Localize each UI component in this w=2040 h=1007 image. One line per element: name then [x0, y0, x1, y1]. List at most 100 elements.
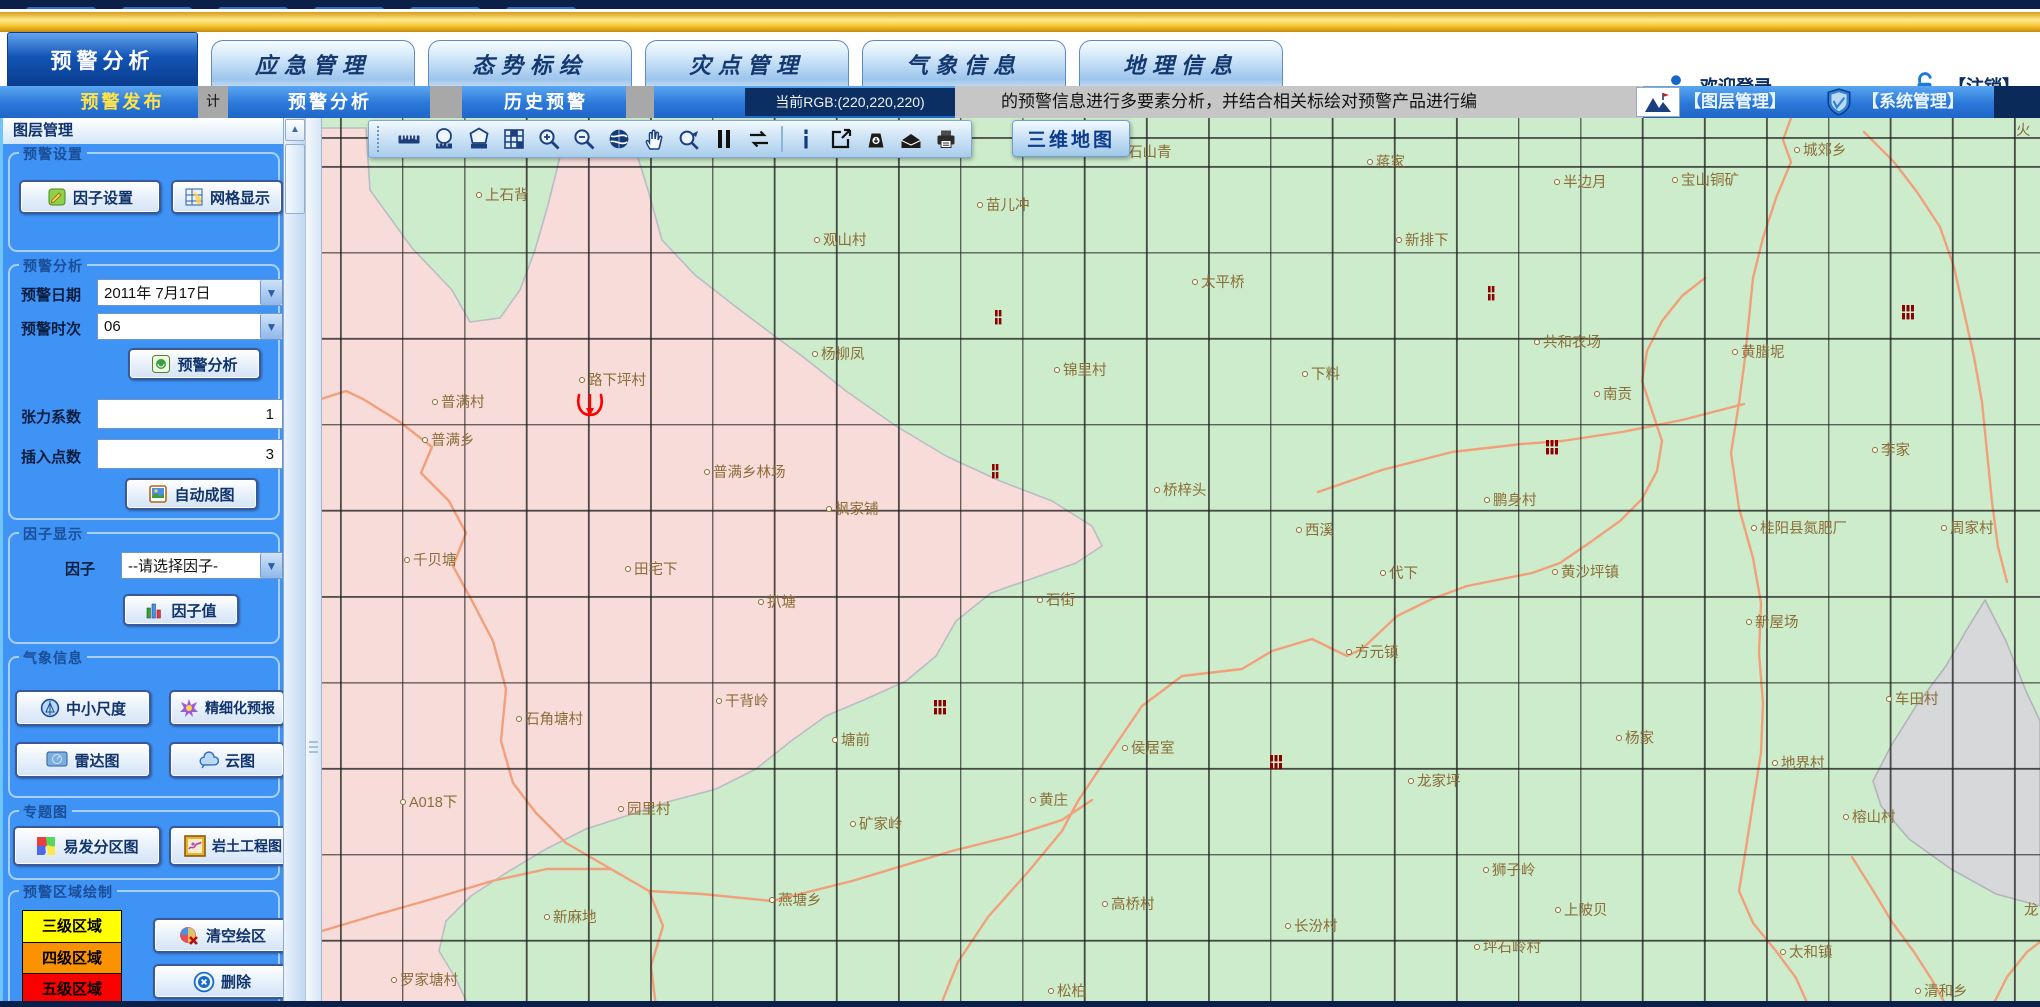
place-marker-icon [1048, 988, 1054, 994]
map-place-label: 普满乡林场 [704, 461, 786, 482]
measure-polygon-icon[interactable] [461, 124, 496, 154]
factor-select[interactable]: --请选择因子- ▼ [121, 552, 283, 579]
map-place-label: 园里村 [618, 798, 671, 819]
tab-灾点管理[interactable]: 灾点管理 [645, 40, 849, 86]
points-input[interactable] [97, 439, 283, 469]
button-label: 岩土工程图 [212, 836, 282, 856]
place-name: 周家村 [1950, 517, 1994, 538]
place-name: 桥梓头 [1163, 479, 1207, 500]
tab-态势标绘[interactable]: 态势标绘 [428, 40, 632, 86]
clear-drawn-region-button[interactable]: 清空绘区 [153, 918, 291, 953]
map-place-label: 黄沙坪镇 [1552, 561, 1619, 582]
package-icon[interactable] [893, 124, 928, 154]
factor-value-button[interactable]: 因子值 [123, 594, 239, 626]
map-place-label: 龙 [2024, 899, 2039, 920]
info-icon[interactable] [788, 124, 823, 154]
chevron-down-icon[interactable]: ▼ [260, 553, 282, 578]
system-manager-button[interactable]: 【系统管理】 [1862, 86, 1964, 118]
place-marker-icon [832, 737, 838, 743]
pan-hand-icon[interactable] [636, 124, 671, 154]
place-name: 坪石岭村 [1483, 936, 1541, 957]
warning-analysis-button[interactable]: 预警分析 [128, 348, 261, 380]
scrollbar-thumb[interactable] [285, 144, 305, 214]
factor-settings-button[interactable]: 因子设置 [19, 180, 161, 214]
place-marker-icon [704, 469, 710, 475]
splitter-grip[interactable] [306, 738, 321, 753]
fine-forecast-button[interactable]: 精细化预报 [169, 690, 285, 726]
save-icon[interactable] [858, 124, 893, 154]
compass-icon [40, 698, 60, 718]
geotech-map-button[interactable]: 岩土工程图 [169, 826, 297, 866]
place-marker-icon [400, 799, 406, 805]
place-name: A018下 [409, 791, 457, 812]
place-marker-icon [1552, 569, 1558, 575]
separator-block [626, 86, 654, 118]
place-marker-icon [1474, 944, 1480, 950]
susceptibility-zone-map-button[interactable]: 易发分区图 [13, 826, 161, 866]
place-marker-icon [1037, 597, 1043, 603]
measure-circle-icon[interactable] [426, 124, 461, 154]
layer-manager-icon[interactable] [1636, 87, 1680, 117]
group-title: 预警分析 [19, 256, 87, 276]
zoom-out-icon[interactable] [566, 124, 601, 154]
cloud-chart-button[interactable]: 云图 [169, 742, 285, 778]
place-marker-icon [826, 506, 832, 512]
tab-气象信息[interactable]: 气象信息 [862, 40, 1066, 86]
swap-icon[interactable] [741, 124, 776, 154]
tab-应急管理[interactable]: 应急管理 [211, 40, 415, 86]
map-place-label: 高桥村 [1102, 893, 1155, 914]
measure-distance-icon[interactable] [391, 124, 426, 154]
warning-date-select[interactable]: 2011年 7月17日 ▼ [97, 279, 283, 306]
chevron-down-icon[interactable]: ▼ [260, 280, 282, 305]
legend-level-4[interactable]: 四级区域 [23, 942, 121, 973]
toolbar-drag-handle[interactable] [377, 126, 383, 152]
place-marker-icon [1102, 901, 1108, 907]
map-place-label: 城郊乡 [1794, 139, 1847, 160]
subnav-item-release[interactable]: 预警发布 [40, 86, 205, 118]
grid-display-button[interactable]: 网格显示 [171, 180, 283, 214]
tab-地理信息[interactable]: 地理信息 [1079, 40, 1283, 86]
place-marker-icon [1794, 147, 1800, 153]
place-marker-icon [625, 566, 631, 572]
place-name: 观山村 [823, 229, 867, 250]
place-name: 龙家坪 [1417, 770, 1461, 791]
layer-manager-button[interactable]: 【图层管理】 [1684, 86, 1786, 118]
place-marker-icon [1616, 735, 1622, 741]
subnav-item-history[interactable]: 历史预警 [466, 86, 626, 118]
map-place-label: 杨柳凤 [812, 343, 865, 364]
picture-icon [148, 484, 168, 504]
tension-input[interactable] [97, 399, 283, 429]
button-label: 网格显示 [210, 187, 270, 208]
subnav-item-analysis[interactable]: 预警分析 [250, 86, 410, 118]
export-icon[interactable] [823, 124, 858, 154]
legend-level-3[interactable]: 三级区域 [23, 911, 121, 942]
globe-icon[interactable] [601, 124, 636, 154]
tab-预警分析[interactable]: 预警分析 [7, 32, 198, 86]
chevron-down-icon[interactable]: ▼ [260, 314, 282, 339]
place-name: 上陂贝 [1564, 899, 1608, 920]
map-3d-button[interactable]: 三维地图 [1012, 120, 1130, 157]
secondary-nav: 预警发布 计 预警分析 历史预警 当前RGB:(220,220,220) 的预警… [0, 86, 2040, 118]
place-marker-icon [1192, 279, 1198, 285]
place-marker-icon [1746, 619, 1752, 625]
zoom-previous-icon[interactable] [671, 124, 706, 154]
map-canvas[interactable]: 石山青蒋家城郊乡火上石背半边月宝山铜矿苗儿冲观山村新排下太平桥杨柳凤锦里村下料共… [322, 118, 2040, 1007]
panel-scrollbar[interactable]: ▲ [283, 118, 305, 1007]
grid-icon[interactable] [496, 124, 531, 154]
warning-time-select[interactable]: 06 ▼ [97, 313, 283, 340]
auto-map-button[interactable]: 自动成图 [125, 478, 258, 510]
zoom-in-icon[interactable] [531, 124, 566, 154]
place-marker-icon [1872, 447, 1878, 453]
scroll-up-button[interactable]: ▲ [285, 119, 305, 141]
print-icon[interactable] [928, 124, 963, 154]
framed-map-icon [184, 835, 206, 857]
time-label: 预警时次 [21, 318, 81, 339]
legend-level-5[interactable]: 五级区域 [23, 973, 121, 1004]
pause-icon[interactable] [706, 124, 741, 154]
meso-scale-button[interactable]: 中小尺度 [15, 690, 151, 726]
place-name: 狮子岭 [1492, 859, 1536, 880]
panel-splitter[interactable] [305, 118, 322, 1007]
system-manager-icon[interactable] [1820, 86, 1858, 118]
delete-button[interactable]: 删除 [153, 964, 291, 999]
radar-chart-button[interactable]: 雷达图 [15, 742, 151, 778]
